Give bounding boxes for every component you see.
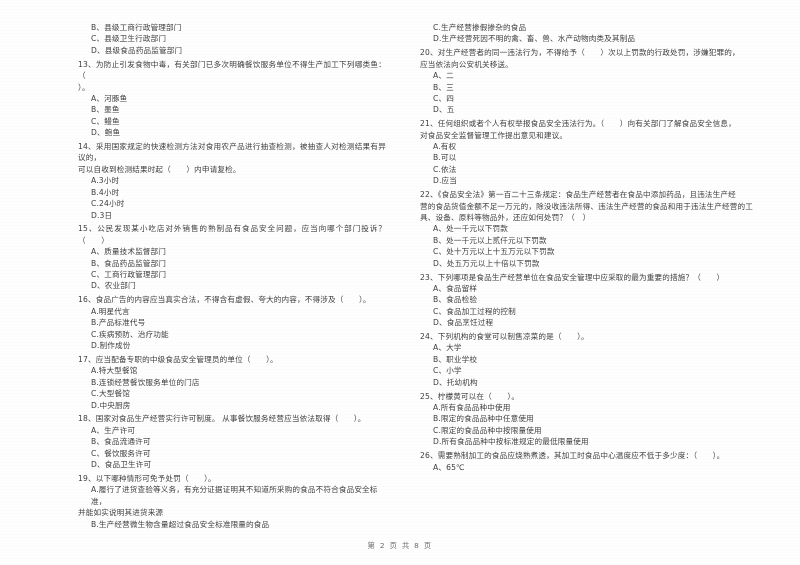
option-item: C.疾病预防、治疗功能 [91,329,169,339]
option-item: A、河豚鱼 [91,93,128,103]
option-item: B、三 [433,82,454,92]
question-20: 20、对生产经营者的同一违法行为，不得给予（ ）次以上罚款的行政处罚，涉嫌犯罪的… [420,47,754,115]
option-item: A、食品留样 [433,283,478,293]
option-item: D、鲍鱼 [91,128,121,138]
question-stem-cont: 可以自收到检测结果时起（ ）内申请复检。 [78,164,241,174]
question-23: 23、下列哪项是食品生产经营单位在食品安全管理中应采取的最为重要的措施？（ ） … [420,272,754,329]
option-item: D.中央厨房 [91,400,131,410]
option-item: B.生产经营微生物含量超过食品安全标准限量的食品 [91,519,270,529]
option-item: B、食品检验 [433,295,478,305]
option-item: A.所有食品品种中使用 [433,403,511,412]
option-item: D.3日 [91,210,113,220]
question-stem: 20、对生产经营者的同一违法行为，不得给予（ ）次以上罚款的行政处罚，涉嫌犯罪的… [420,48,740,58]
question-25: 25、柠檬黄可以在（ ）。 A.所有食品品种中使用 B.限定的食品品种中任意使用… [420,391,754,448]
option-item: A.履行了进货查验等义务，有充分证据证明其不知道所采购的食品不符合食品安全标准， [91,485,378,506]
question-stem: 18、国家对食品生产经营实行许可制度。 从事餐饮服务经营应当依法取得（ ）。 [78,414,366,424]
option-item: A、大学 [433,343,462,353]
option-item: D.应当 [433,176,458,186]
question-22: 22、《食品安全法》第一百二十三条规定：食品生产经营者在食品中添加药品，且违法生… [420,189,754,269]
right-column: C.生产经营掺假掺杂的食品 D.生产经营死因不明的禽、畜、兽、水产动物肉类及其制… [400,22,800,520]
option-item: B、食品流通许可 [91,437,151,447]
option-item: B、职业学校 [433,354,478,364]
question-stem: 14、采用国家规定的快速检测方法对食用农产品进行抽查检测，被抽查人对检测结果有异… [78,142,386,163]
question-16: 16、食品广告的内容应当真实合法，不得含有虚假、夸大的内容，不得涉及（ ）。 A… [78,294,386,351]
exam-page: B、县级工商行政管理部门 C、县级卫生行政部门 D、县级食品药品监管部门 13、… [0,0,800,565]
option-item: B、墨鱼 [91,105,120,115]
option-item: D、食品卫生许可 [91,460,152,470]
option-item: A、生产许可 [91,425,136,435]
question-18: 18、国家对食品生产经营实行许可制度。 从事餐饮服务经营应当依法取得（ ）。 A… [78,413,386,470]
option-item: C、食品加工过程的控制 [433,306,516,316]
question-stem: 19、以下哪种情形可免予处罚（ ）。 [78,473,216,483]
option-item: D、食品烹饪过程 [433,318,494,328]
option-item: C、鳗鱼 [91,116,120,126]
option-item: C.24小时 [91,199,125,209]
question-stem: 17、应当配备专职的中级食品安全管理员的单位（ ）。 [78,354,278,364]
two-column-layout: B、县级工商行政管理部门 C、县级卫生行政部门 D、县级食品药品监管部门 13、… [0,0,800,529]
option-item: D、处五万元以上十倍以下罚款 [433,258,540,268]
question-17: 17、应当配备专职的中级食品安全管理员的单位（ ）。 A.特大型餐馆 B.连锁经… [78,354,386,411]
option-item: A、65℃ [433,462,465,472]
question-stem-cont: 应当依法向公安机关移送。 [420,59,513,69]
option-item: C、县级卫生行政部门 [91,34,167,44]
option-item: A.3小时 [91,176,120,186]
option-item: A、二 [433,71,454,81]
option-item: B、处一千元以上贰仟元以下罚款 [433,235,547,245]
option-item: C、小学 [433,366,462,376]
question-stem: 16、食品广告的内容应当真实合法，不得含有虚假、夸大的内容，不得涉及（ ）。 [78,295,371,305]
option-item: B、食品药品监管部门 [91,258,167,268]
option-item: A.特大型餐馆 [91,366,138,376]
question-stem: 21、任何组织或者个人有权举报食品安全违法行为。（ ）向有关部门了解食品安全信息… [420,119,736,129]
question-14: 14、采用国家规定的快速检测方法对食用农产品进行抽查检测，被抽查人对检测结果有异… [78,141,386,221]
question-stem-cont: ）。 [78,82,90,92]
question-21: 21、任何组织或者个人有权举报食品安全违法行为。（ ）向有关部门了解食品安全信息… [420,118,754,186]
question-stem: 15、公民发现某小吃店对外销售的熟制品有食品安全问题，应当向哪个部门投诉？（ ） [78,224,386,245]
option-item: D.生产经营死因不明的禽、畜、兽、水产动物肉类及其制品 [433,34,636,44]
question-stem-cont: 营的食品货值金额不足一万元的，除没收违法所得、违法生产经营的食品和用于违法生产经… [420,201,753,222]
option-item: A.明星代言 [91,306,130,316]
question-19: 19、以下哪种情形可免予处罚（ ）。 A.履行了进货查验等义务，有充分证据证明其… [78,473,386,530]
option-item: B.4小时 [91,187,120,197]
option-item: D、农业部门 [91,281,136,291]
option-item: B.可以 [433,153,457,163]
option-item: C、工商行政管理部门 [91,270,167,280]
question-stem: 24、下列机构的食堂可以制售凉菜的是（ ）。 [420,332,589,342]
question-stem: 26、需要熟制加工的食品应烧熟煮透，其加工时食品中心温度应不低于多少度：（ ）。 [420,451,725,461]
question-stem: 25、柠檬黄可以在（ ）。 [420,391,520,401]
left-column: B、县级工商行政管理部门 C、县级卫生行政部门 D、县级食品药品监管部门 13、… [0,22,400,529]
option-item: D、县级食品药品监管部门 [91,45,183,55]
question-stem: 23、下列哪项是食品生产经营单位在食品安全管理中应采取的最为重要的措施？（ ） [420,272,725,282]
option-item: D.制作成份 [91,340,131,350]
option-item: C、四 [433,93,454,103]
question-15: 15、公民发现某小吃店对外销售的熟制品有食品安全问题，应当向哪个部门投诉？（ ）… [78,223,386,291]
option-item: C、餐饮服务许可 [91,448,151,458]
question-26: 26、需要熟制加工的食品应烧熟煮透，其加工时食品中心温度应不低于多少度：（ ）。… [420,450,754,473]
option-item: A、质量技术监督部门 [91,247,167,257]
page-footer: 第 2 页 共 8 页 [367,541,433,550]
option-item: C、处十万元以上十五万元以下罚款 [433,247,555,257]
option-item: B.限定的食品品种中任意使用 [433,414,534,424]
option-item-cont: 并能如实说明其进货来源 [78,508,164,518]
option-item: A、处一千元以下罚款 [433,224,509,234]
orphan-option-group-left: B、县级工商行政管理部门 C、县级卫生行政部门 D、县级食品药品监管部门 [78,22,386,56]
option-item: B.连锁经营餐饮服务单位的门店 [91,377,200,387]
option-item: D、五 [433,105,455,115]
question-stem: 13、为防止引发食物中毒，有关部门已多次明确餐饮服务单位不得生产加工下列哪类鱼：… [78,59,386,81]
orphan-option-group-right: C.生产经营掺假掺杂的食品 D.生产经营死因不明的禽、畜、兽、水产动物肉类及其制… [420,22,754,45]
option-item: B.产品标准代号 [91,318,146,328]
question-24: 24、下列机构的食堂可以制售凉菜的是（ ）。 A、大学 B、职业学校 C、小学 … [420,331,754,388]
option-item: D、托幼机构 [433,377,478,387]
option-item: C.依法 [433,164,457,174]
option-item: D.所有食品品种中按标准规定的最低限量使用 [433,437,589,447]
option-item: C.生产经营掺假掺杂的食品 [433,23,527,32]
option-item: A.有权 [433,142,457,152]
question-13: 13、为防止引发食物中毒，有关部门已多次明确餐饮服务单位不得生产加工下列哪类鱼：… [78,59,386,139]
option-item: C.限定的食品品种中按限量使用 [433,425,542,435]
option-item: B、县级工商行政管理部门 [91,23,182,32]
question-stem: 22、《食品安全法》第一百二十三条规定：食品生产经营者在食品中添加药品，且违法生… [420,190,736,200]
question-stem-cont: 对食品安全监督管理工作提出意见和建议。 [420,130,568,140]
option-item: C.大型餐馆 [91,389,130,399]
